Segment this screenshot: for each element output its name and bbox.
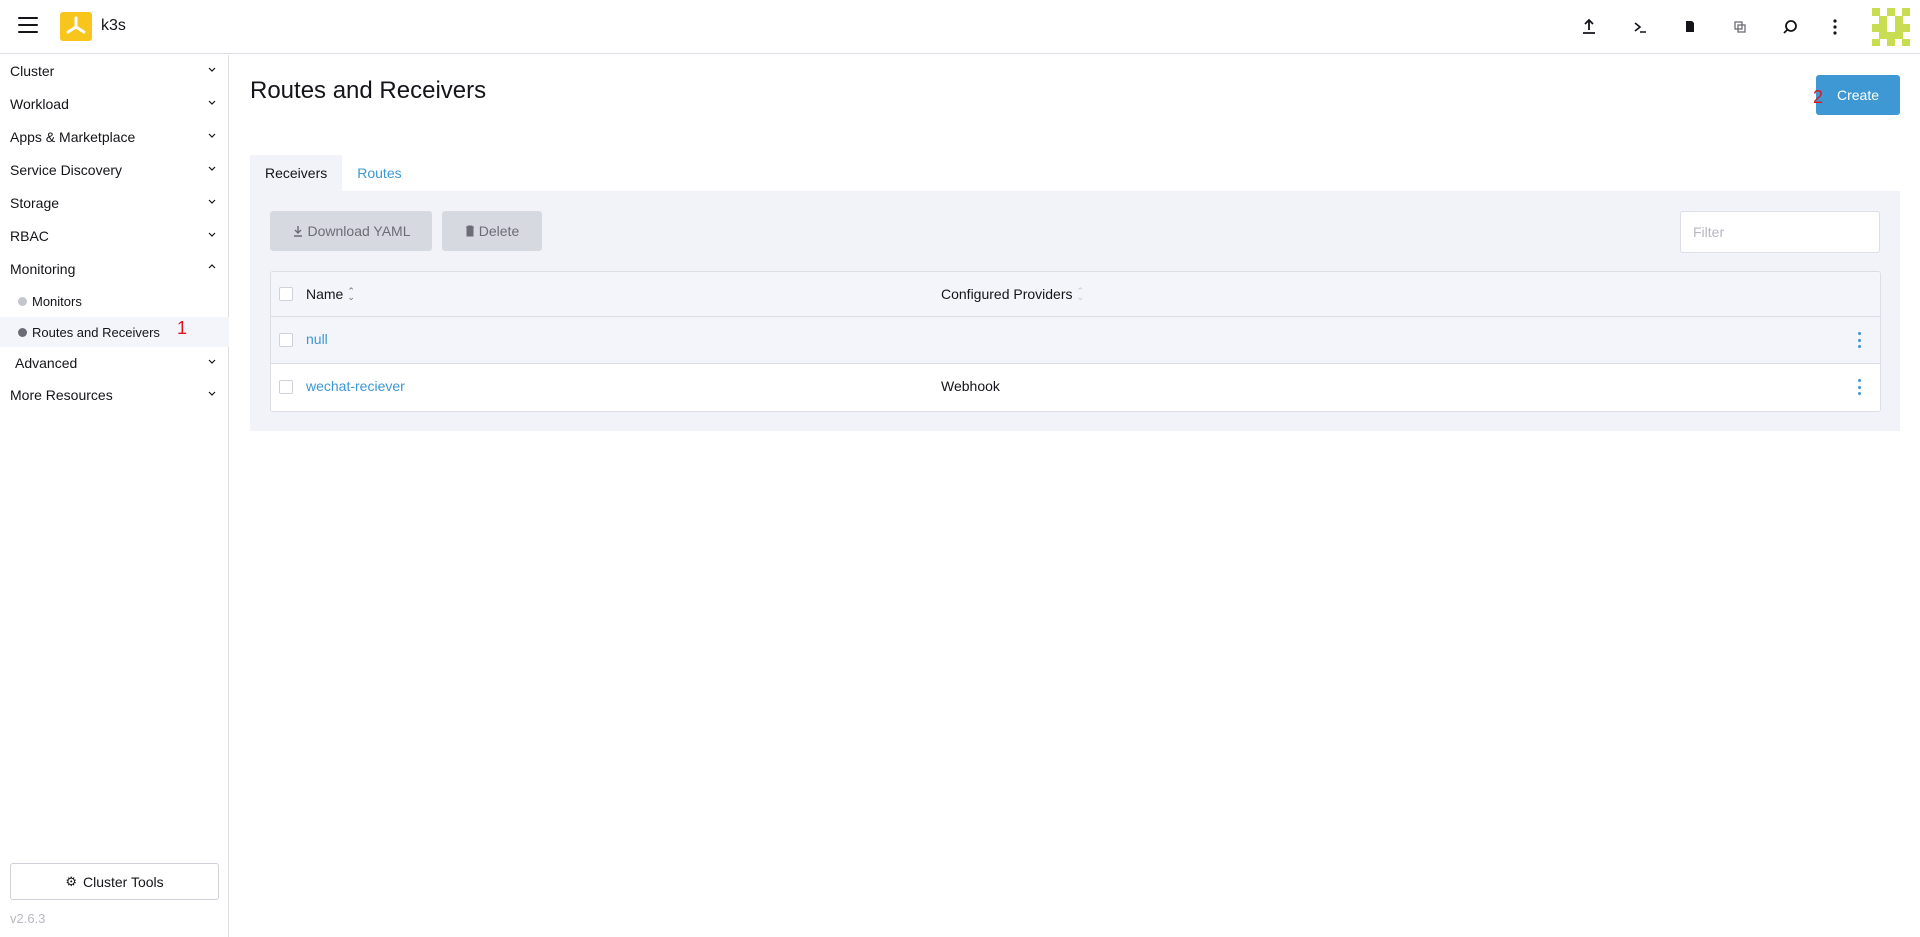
cluster-tools-label: Cluster Tools [82, 873, 164, 890]
nav-group-label: RBAC [10, 228, 49, 244]
download-yaml-label: Download YAML [307, 223, 411, 239]
upload-icon[interactable] [1577, 15, 1601, 39]
top-header: k3s [0, 0, 1920, 54]
chevron-down-icon [208, 100, 216, 105]
sort-icon: ⌃ ⌄ [1076, 286, 1085, 302]
chevron-down-icon [208, 67, 216, 72]
hamburger-menu-icon[interactable] [18, 17, 38, 37]
sidebar-item-label: Monitors [32, 293, 82, 309]
annotation-number-2: 2 [1813, 87, 1824, 107]
nav-group-label: Service Discovery [10, 162, 123, 178]
chevron-down-icon [208, 232, 216, 237]
tab-routes[interactable]: Routes [342, 155, 417, 191]
create-button[interactable]: Create [1816, 75, 1900, 115]
receivers-table: Name ⌃ ⌄ Configured Providers ⌃ ⌄ null wec… [270, 271, 1881, 412]
column-header-label: Name [306, 286, 344, 302]
nav-group-more-resources[interactable]: More Resources [0, 380, 229, 410]
tab-receivers[interactable]: Receivers [250, 155, 343, 191]
nav-group-label: Advanced [15, 355, 78, 371]
download-icon [293, 226, 302, 237]
chevron-down-icon [208, 166, 216, 171]
nav-group-label: Storage [10, 195, 60, 211]
column-header-name[interactable]: Name ⌃ ⌄ [306, 286, 355, 302]
cluster-tools-button[interactable]: ⚙ Cluster Tools [10, 863, 219, 900]
version-label: v2.6.3 [10, 911, 46, 926]
nav-group-workload[interactable]: Workload [0, 89, 229, 119]
table-row: wechat-reciever Webhook [271, 364, 1880, 411]
sidebar-item-routes-and-receivers[interactable]: Routes and Receivers [0, 317, 229, 347]
filter-input[interactable] [1680, 211, 1880, 253]
nav-group-label: Workload [10, 96, 69, 112]
delete-button[interactable]: Delete [442, 211, 542, 251]
row-checkbox[interactable] [279, 380, 293, 394]
nav-group-storage[interactable]: Storage [0, 188, 229, 218]
sort-icon: ⌃ ⌄ [347, 286, 355, 302]
cluster-name[interactable]: k3s [101, 17, 126, 35]
table-row: null [271, 317, 1880, 364]
download-yaml-button[interactable]: Download YAML [270, 211, 432, 251]
status-dot-icon [18, 327, 27, 337]
user-avatar[interactable] [1872, 8, 1910, 46]
nav-group-label: More Resources [10, 387, 113, 403]
trash-icon [465, 225, 474, 237]
chevron-down-icon [208, 199, 216, 204]
sidebar: Cluster Workload Apps & Marketplace Serv… [0, 55, 229, 937]
nav-group-advanced[interactable]: Advanced [0, 348, 229, 378]
sidebar-item-monitors[interactable]: Monitors [0, 286, 229, 316]
copy-icon[interactable] [1728, 15, 1752, 39]
gear-icon: ⚙ [65, 873, 77, 889]
chevron-down-icon [208, 391, 216, 396]
configured-providers-cell: Webhook [941, 378, 1000, 394]
row-actions-icon[interactable] [1854, 330, 1864, 350]
row-actions-icon[interactable] [1854, 377, 1864, 397]
tab-bar: Receivers Routes [250, 155, 417, 191]
chevron-down-icon [208, 359, 216, 364]
column-header-label: Configured Providers [941, 286, 1073, 302]
rancher-logo-icon[interactable] [60, 12, 92, 41]
nav-group-monitoring[interactable]: Monitoring [0, 254, 229, 284]
nav-group-label: Apps & Marketplace [10, 129, 136, 145]
more-vert-icon[interactable] [1823, 15, 1847, 39]
chevron-down-icon [208, 133, 216, 138]
chevron-up-icon [208, 264, 216, 269]
sidebar-item-label: Routes and Receivers [32, 324, 160, 340]
column-header-configured-providers[interactable]: Configured Providers ⌃ ⌄ [941, 286, 1084, 302]
nav-group-label: Cluster [10, 63, 55, 79]
table-header: Name ⌃ ⌄ Configured Providers ⌃ ⌄ [271, 272, 1880, 317]
nav-group-service-discovery[interactable]: Service Discovery [0, 155, 229, 185]
row-checkbox[interactable] [279, 333, 293, 347]
select-all-checkbox[interactable] [279, 287, 293, 301]
status-dot-icon [18, 296, 27, 306]
search-icon[interactable] [1778, 15, 1802, 39]
nav-group-label: Monitoring [10, 261, 76, 277]
nav-group-rbac[interactable]: RBAC [0, 221, 229, 251]
terminal-icon[interactable] [1628, 15, 1652, 39]
nav-group-apps-marketplace[interactable]: Apps & Marketplace [0, 122, 229, 152]
receiver-name-link[interactable]: null [306, 331, 328, 347]
page-title: Routes and Receivers [250, 77, 487, 104]
annotation-number-1: 1 [177, 318, 188, 338]
delete-label: Delete [478, 223, 520, 239]
receiver-name-link[interactable]: wechat-reciever [306, 378, 405, 394]
receivers-panel: Download YAML Delete Name ⌃⌄ Configured … [250, 191, 1900, 431]
nav-group-cluster[interactable]: Cluster [0, 56, 229, 86]
file-icon[interactable] [1678, 15, 1702, 39]
